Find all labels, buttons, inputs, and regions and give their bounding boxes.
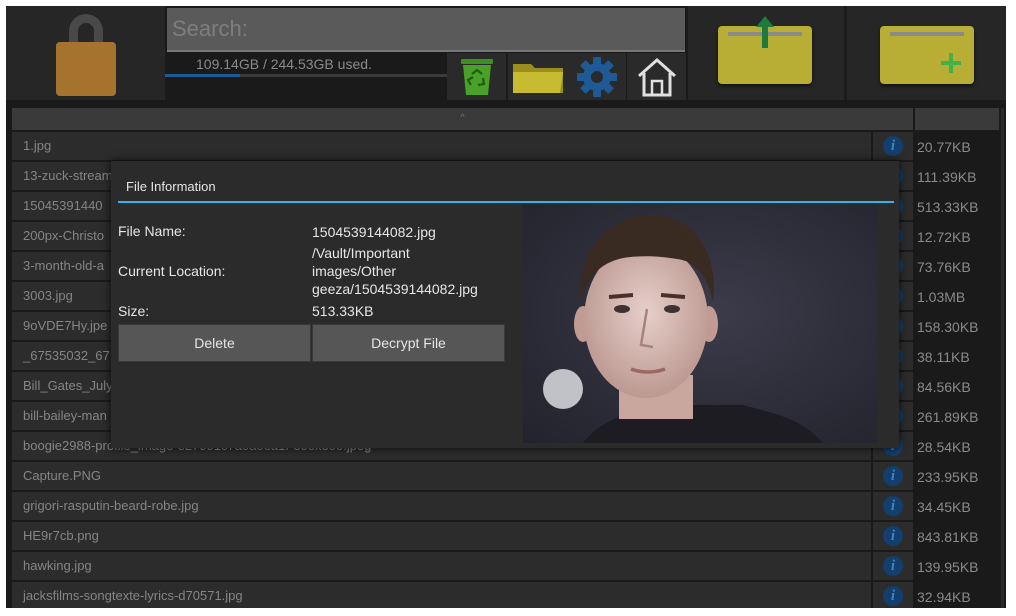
delete-button[interactable]: Delete [118,324,311,362]
info-icon: i [883,496,903,516]
file-size: 38.11KB [917,349,970,365]
file-size: 20.77KB [917,139,971,155]
file-row[interactable]: jacksfilms-songtexte-lyrics-d70571.jpg i 3… [12,582,1002,608]
info-icon: i [883,586,903,606]
dialog-title: File Information [126,179,216,194]
file-name[interactable]: 1.jpg [12,132,871,160]
file-information-dialog: File Information File Name: 150453914408… [111,161,899,448]
size-label: Size: [118,303,150,319]
settings-button[interactable] [567,53,626,100]
file-size: 84.56KB [917,379,971,395]
file-name[interactable]: HE9r7cb.png [12,522,871,550]
file-name[interactable]: grigori-rasputin-beard-robe.jpg [12,492,871,520]
file-size: 1.03MB [917,289,966,305]
lock-button[interactable] [6,6,165,100]
recycle-bin-icon [460,58,493,95]
size-column-header[interactable] [915,108,999,130]
file-size: 28.54KB [917,439,971,455]
folder-up-icon [718,16,812,84]
file-size: 843.81KB [917,529,979,545]
file-size: 233.95KB [917,469,979,485]
info-icon: i [883,136,903,156]
file-size: 261.89KB [917,409,979,425]
file-info-button[interactable]: i [873,462,913,490]
info-icon: i [883,466,903,486]
file-name[interactable]: hawking.jpg [12,552,871,580]
file-row[interactable]: HE9r7cb.png i 843.81KB [12,522,1002,552]
location-value: /Vault/Important images/Other geeza/1504… [312,244,478,298]
file-row[interactable]: grigori-rasputin-beard-robe.jpg i 34.45KB [12,492,1002,522]
decrypt-file-button[interactable]: Decrypt File [312,324,505,362]
file-preview-image [523,205,877,443]
file-name-label: File Name: [118,223,186,239]
storage-usage-bar [165,74,447,77]
folder-icon [512,63,563,93]
file-size: 513.33KB [917,199,979,215]
storage-usage-text: 109.14GB / 244.53GB used. [196,56,372,72]
move-up-button[interactable] [688,6,844,100]
sort-indicator: ^ [460,112,465,122]
app-window: 109.14GB / 244.53GB used. [6,6,1006,608]
folder-add-icon [880,26,974,84]
location-line: geeza/1504539144082.jpg [312,281,478,297]
list-scrollbar[interactable] [1001,108,1004,608]
file-size: 111.39KB [917,169,977,185]
recycle-bin-button[interactable] [447,53,506,100]
file-name[interactable]: jacksfilms-songtexte-lyrics-d70571.jpg [12,582,871,608]
file-info-button[interactable]: i [873,582,913,608]
file-size: 34.45KB [917,499,971,515]
dialog-title-divider [118,201,894,203]
file-size: 32.94KB [917,589,971,605]
file-row[interactable]: hawking.jpg i 139.95KB [12,552,1002,582]
lock-icon [56,14,116,96]
file-info-button[interactable]: i [873,552,913,580]
file-name-value: 1504539144082.jpg [312,224,436,240]
storage-usage-fill [165,74,241,77]
size-value: 513.33KB [312,303,374,319]
file-row[interactable]: Capture.PNG i 233.95KB [12,462,1002,492]
sort-header[interactable]: ^ [12,108,913,130]
location-label: Current Location: [118,263,226,279]
home-icon [637,57,676,96]
new-folder-button[interactable] [847,6,1006,100]
file-info-button[interactable]: i [873,132,913,160]
file-info-button[interactable]: i [873,492,913,520]
file-size: 139.95KB [917,559,979,575]
file-size: 12.72KB [917,229,971,245]
info-icon: i [883,526,903,546]
location-line: images/Other [312,263,397,279]
file-size: 158.30KB [917,319,979,335]
open-folder-button[interactable] [508,53,567,100]
file-name[interactable]: Capture.PNG [12,462,871,490]
file-info-button[interactable]: i [873,522,913,550]
gear-icon [576,56,617,97]
info-icon: i [883,556,903,576]
search-input[interactable] [167,8,685,50]
home-button[interactable] [627,53,686,100]
file-row[interactable]: 1.jpg i 20.77KB [12,132,1002,162]
location-line: /Vault/Important [312,245,410,261]
search-box[interactable] [167,8,685,52]
file-size: 73.76KB [917,259,971,275]
